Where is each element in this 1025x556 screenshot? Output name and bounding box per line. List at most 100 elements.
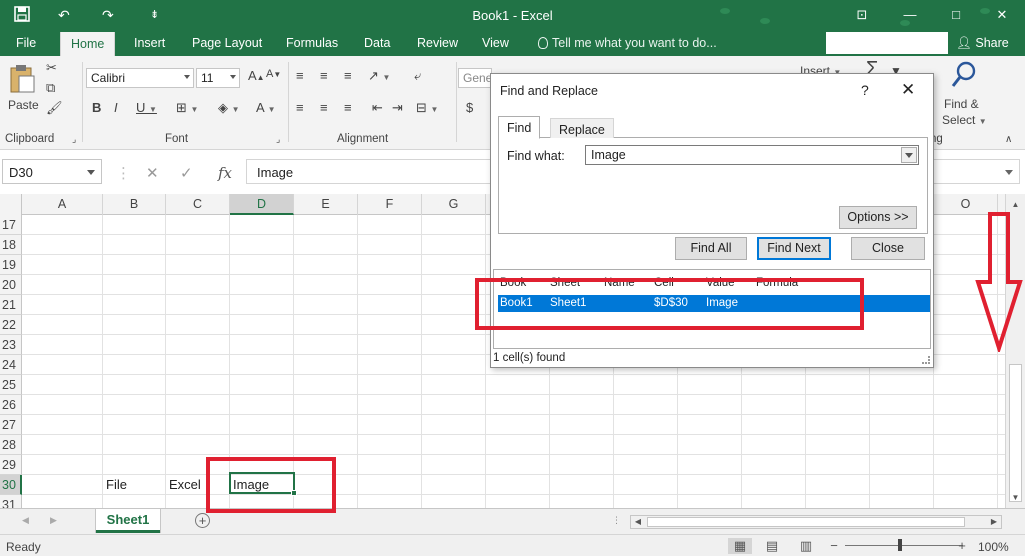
increase-font-icon[interactable]: A▲ [248,68,265,83]
align-middle-icon[interactable]: ≡ [320,68,328,83]
scroll-down-icon[interactable]: ▼ [1008,490,1023,505]
help-icon[interactable]: ? [861,82,869,98]
minimize-button[interactable]: — [896,4,924,26]
fill-color-icon[interactable]: ◈ ▼ [218,100,240,116]
column-header-a[interactable]: A [22,194,103,215]
close-icon[interactable]: ✕ [901,80,915,100]
share-button[interactable]: 👤︎ Share [956,36,1009,51]
tab-view[interactable]: View [482,36,509,54]
find-select-label-1[interactable]: Find & [944,97,979,111]
row-header-31[interactable]: 31 [0,495,22,508]
column-header-b[interactable]: B [103,194,166,215]
font-size-combo[interactable]: 11 [196,68,240,88]
dialog-launcher-icon[interactable]: ⌟ [72,134,76,145]
zoom-level[interactable]: 100% [978,540,1009,554]
scroll-thumb[interactable] [647,517,965,527]
scroll-right-icon[interactable]: ▶ [987,516,1001,528]
sheet-tab-sheet1[interactable]: Sheet1 [96,509,160,533]
page-layout-view-icon[interactable]: ▤ [760,538,784,554]
column-header-d[interactable]: D [230,194,294,215]
row-header-30[interactable]: 30 [0,475,22,495]
select-all-corner[interactable] [0,194,22,215]
row-header-22[interactable]: 22 [0,315,22,335]
row-header-18[interactable]: 18 [0,235,22,255]
format-painter-icon[interactable]: 🖌︎ [46,100,63,116]
find-select-button[interactable] [950,60,978,93]
paste-button[interactable] [8,64,36,97]
close-button[interactable]: Close [851,237,925,260]
font-color-icon[interactable]: A ▼ [256,100,276,115]
tab-file[interactable]: File [16,36,36,54]
tell-me-search[interactable]: Tell me what you want to do... [538,36,717,50]
row-header-29[interactable]: 29 [0,455,22,475]
tab-find[interactable]: Find [498,116,541,139]
scroll-thumb[interactable] [1009,364,1022,502]
paste-label[interactable]: Paste [8,98,39,112]
row-header-24[interactable]: 24 [0,355,22,375]
close-window-button[interactable]: ✕ [988,4,1016,26]
zoom-slider-track[interactable] [845,545,963,546]
tab-insert[interactable]: Insert [134,36,165,54]
align-right-icon[interactable]: ≡ [344,100,352,115]
resize-grip-icon[interactable] [922,356,930,364]
sign-in-area[interactable] [826,32,948,54]
column-header-f[interactable]: F [358,194,422,215]
cell-c30[interactable]: Excel [166,475,201,495]
page-break-view-icon[interactable]: ▥ [794,538,818,554]
bold-button[interactable]: B [92,100,101,115]
find-all-button[interactable]: Find All [675,237,747,260]
find-select-label-2[interactable]: Select ▼ [942,113,987,127]
number-format-combo[interactable]: Gene [458,68,492,88]
tab-data[interactable]: Data [364,36,390,54]
column-header-g[interactable]: G [422,194,486,215]
dialog-launcher-icon[interactable]: ⌟ [276,134,280,145]
tab-split-handle-icon[interactable]: ⋮ [612,515,621,526]
find-what-input[interactable]: Image [585,145,919,165]
tab-replace[interactable]: Replace [550,118,614,138]
cut-icon[interactable]: ✂ [46,60,57,76]
row-header-23[interactable]: 23 [0,335,22,355]
tab-home[interactable]: Home [60,32,116,56]
restore-button[interactable]: □ [942,4,970,26]
row-header-27[interactable]: 27 [0,415,22,435]
next-sheet-icon[interactable]: ▶ [50,515,57,526]
tab-review[interactable]: Review [417,36,458,54]
column-header-c[interactable]: C [166,194,230,215]
currency-icon[interactable]: $ [466,100,473,115]
cancel-icon[interactable]: ✕ [146,164,159,182]
insert-function-icon[interactable]: fx [218,164,232,182]
decrease-indent-icon[interactable]: ⇤ [372,100,383,116]
zoom-in-icon[interactable]: + [950,538,974,554]
enter-icon[interactable]: ✓ [180,164,193,182]
options-button[interactable]: Options >> [839,206,917,229]
underline-button[interactable]: U ▼ [136,100,157,115]
orientation-icon[interactable]: ↗ ▼ [368,68,390,84]
horizontal-scrollbar[interactable]: ◀ ▶ [630,515,1002,529]
scroll-up-icon[interactable]: ▲ [1008,197,1023,212]
wrap-text-icon[interactable]: ⤶ [414,68,421,84]
row-header-20[interactable]: 20 [0,275,22,295]
find-next-button[interactable]: Find Next [757,237,831,260]
row-header-21[interactable]: 21 [0,295,22,315]
tab-page-layout[interactable]: Page Layout [192,36,262,54]
italic-button[interactable]: I [114,100,118,115]
row-header-26[interactable]: 26 [0,395,22,415]
cell-b30[interactable]: File [103,475,127,495]
normal-view-icon[interactable]: ▦ [728,538,752,554]
tab-formulas[interactable]: Formulas [286,36,338,54]
collapse-ribbon-icon[interactable]: ∧ [1005,134,1012,145]
copy-icon[interactable]: ⧉ [46,80,55,96]
font-name-combo[interactable]: Calibri [86,68,194,88]
increase-indent-icon[interactable]: ⇥ [392,100,403,116]
chevron-down-icon[interactable] [901,147,917,163]
scroll-left-icon[interactable]: ◀ [631,516,645,528]
column-header-e[interactable]: E [294,194,358,215]
row-header-25[interactable]: 25 [0,375,22,395]
decrease-font-icon[interactable]: A▼ [266,68,281,80]
borders-icon[interactable]: ⊞ ▼ [176,100,198,116]
merge-center-icon[interactable]: ⊟ ▼ [416,100,438,116]
name-box[interactable]: D30 [2,159,102,184]
ribbon-display-options-icon[interactable]: ⊡ [848,4,876,26]
zoom-out-icon[interactable]: − [822,538,846,554]
align-left-icon[interactable]: ≡ [296,100,304,115]
